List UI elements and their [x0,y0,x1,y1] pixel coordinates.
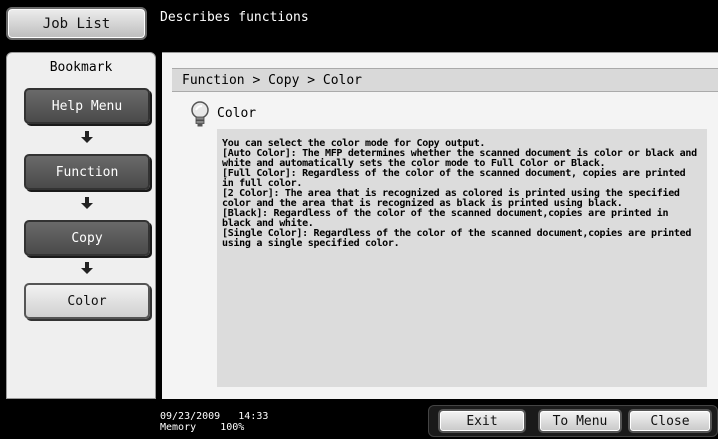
to-menu-button[interactable]: To Menu [538,409,622,433]
arrow-down-icon [81,262,93,274]
sidebar-item-function[interactable]: Function [24,154,150,190]
status-datetime: 09/23/2009 14:33 Memory 100% [160,411,268,433]
status-date: 09/23/2009 [160,411,221,422]
bookmark-title: Bookmark [49,60,113,75]
sidebar-item-copy[interactable]: Copy [24,220,150,256]
help-content-text: You can select the color mode for Copy o… [222,138,697,249]
exit-button[interactable]: Exit [438,409,526,433]
arrow-down-icon [81,131,93,143]
memory-label: Memory [160,422,197,433]
sidebar-item-help-menu[interactable]: Help Menu [24,88,150,124]
sidebar-item-color[interactable]: Color [24,283,150,319]
close-button[interactable]: Close [628,409,712,433]
breadcrumb: Function > Copy > Color [172,68,718,92]
arrow-down-icon [81,197,93,209]
status-time: 14:33 [238,411,269,422]
memory-value: 100% [220,422,245,433]
topic-title: Color [217,106,257,121]
description-text: Describes functions [160,10,309,25]
lightbulb-icon [191,101,209,127]
job-list-button[interactable]: Job List [6,7,147,40]
